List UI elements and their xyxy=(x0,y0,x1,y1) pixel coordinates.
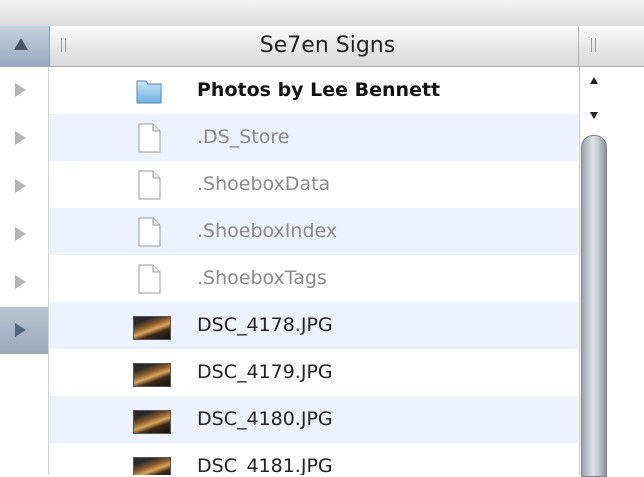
disclosure-triangle-icon[interactable] xyxy=(15,275,26,289)
photo-thumbnail-icon xyxy=(133,316,171,340)
disclosure-triangle-icon[interactable] xyxy=(15,323,26,337)
list-item[interactable]: DSC_4180.JPG xyxy=(49,396,578,443)
scroll-up-arrow-icon[interactable] xyxy=(590,77,598,84)
list-item[interactable]: .ShoeboxData xyxy=(49,161,578,208)
document-icon xyxy=(138,264,161,294)
photo-thumbnail-icon xyxy=(133,363,171,387)
window-top-strip xyxy=(0,0,644,26)
column-header[interactable]: Se7en Signs xyxy=(0,26,644,67)
disclosure-triangle-icon[interactable] xyxy=(15,83,26,97)
list-item[interactable]: .ShoeboxTags xyxy=(49,255,578,302)
file-name: .ShoeboxIndex xyxy=(197,220,338,242)
list-item[interactable]: DSC_4181.JPG xyxy=(49,443,578,475)
disclosure-triangle-icon[interactable] xyxy=(15,179,26,193)
document-icon xyxy=(138,170,161,200)
sort-column-button[interactable] xyxy=(0,26,50,66)
list-item[interactable]: DSC_4178.JPG xyxy=(49,302,578,349)
column-resize-grip-icon[interactable] xyxy=(591,38,597,52)
file-name: DSC_4179.JPG xyxy=(197,361,333,383)
list-item[interactable]: DSC_4179.JPG xyxy=(49,349,578,396)
disclosure-triangle-icon[interactable] xyxy=(15,131,26,145)
column-title[interactable]: Se7en Signs xyxy=(75,26,580,66)
disclosure-column xyxy=(0,67,49,475)
sort-ascending-icon xyxy=(14,38,28,50)
file-name: .ShoeboxData xyxy=(197,173,331,195)
file-name: .DS_Store xyxy=(197,126,290,148)
file-name: DSC_4180.JPG xyxy=(197,408,333,430)
document-icon xyxy=(138,123,161,153)
document-icon xyxy=(138,217,161,247)
file-name: DSC_4181.JPG xyxy=(197,455,333,475)
scroll-down-arrow-icon[interactable] xyxy=(590,112,598,119)
column-resize-grip-icon[interactable] xyxy=(61,38,67,52)
column-divider xyxy=(578,26,579,66)
scroll-thumb[interactable] xyxy=(581,135,607,477)
file-name: DSC_4178.JPG xyxy=(197,314,333,336)
file-list: Photos by Lee Bennett .DS_Store .Shoebox… xyxy=(49,67,578,475)
list-item[interactable]: Photos by Lee Bennett xyxy=(49,67,578,114)
photo-thumbnail-icon xyxy=(133,457,171,475)
file-name: .ShoeboxTags xyxy=(197,267,327,289)
folder-icon xyxy=(136,80,162,104)
disclosure-triangle-icon[interactable] xyxy=(15,227,26,241)
file-name: Photos by Lee Bennett xyxy=(197,79,441,101)
list-item[interactable]: .DS_Store xyxy=(49,114,578,161)
photo-thumbnail-icon xyxy=(133,410,171,434)
vertical-scrollbar[interactable] xyxy=(579,67,644,477)
list-item[interactable]: .ShoeboxIndex xyxy=(49,208,578,255)
